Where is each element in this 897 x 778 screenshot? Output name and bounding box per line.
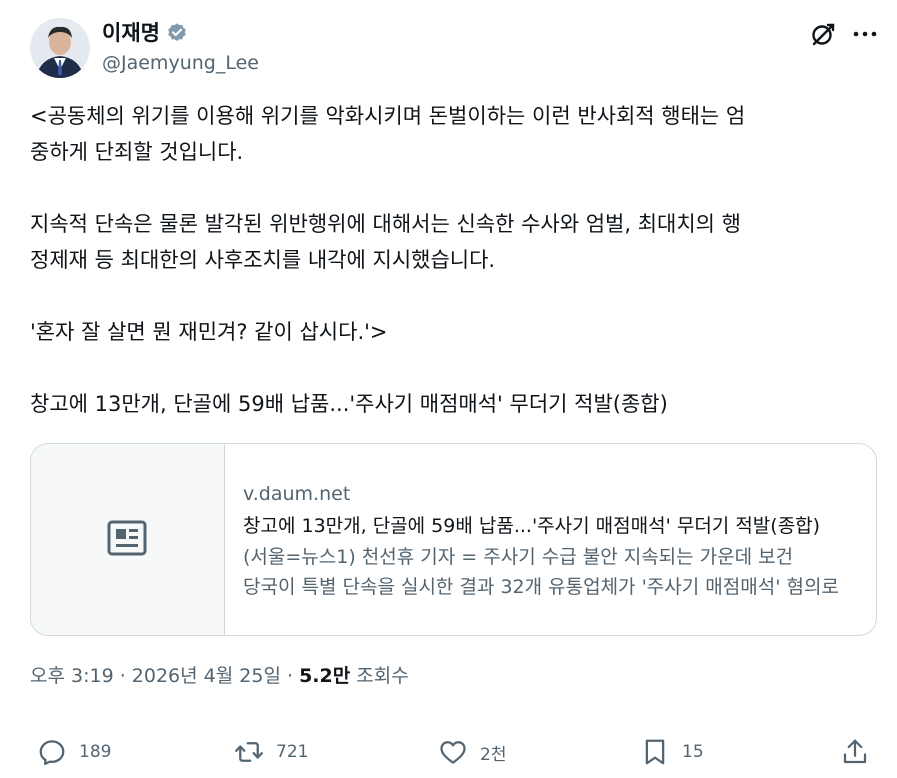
author-handle[interactable]: @Jaemyung_Lee bbox=[102, 50, 259, 76]
tweet-header: 이재명 @Jaemyung_Lee bbox=[30, 18, 880, 82]
tweet-line: '혼자 잘 살면 뭔 재민겨? 같이 삽시다.'> bbox=[30, 320, 388, 344]
views-count[interactable]: 5.2만 bbox=[299, 665, 350, 687]
display-name[interactable]: 이재명 bbox=[102, 20, 160, 46]
tweet-line: 지속적 단속은 물론 발각된 위반행위에 대해서는 신속한 수사와 엄벌, 최대… bbox=[30, 212, 741, 236]
bookmark-button[interactable]: 15 bbox=[640, 732, 704, 772]
tweet-line: 정제재 등 최대한의 사후조치를 내각에 지시했습니다. bbox=[30, 248, 496, 272]
card-description-line: 당국이 특별 단속을 실시한 결과 32개 유통업체가 '주사기 매점매석' 혐… bbox=[243, 576, 839, 598]
retweet-count: 721 bbox=[276, 742, 309, 762]
bookmark-count: 15 bbox=[682, 742, 704, 762]
reply-button[interactable]: 189 bbox=[37, 732, 111, 772]
grok-icon[interactable] bbox=[810, 21, 836, 47]
tweet-time[interactable]: 오후 3:19 bbox=[30, 665, 114, 687]
card-description: (서울=뉴스1) 천선휴 기자 = 주사기 수급 불안 지속되는 가운데 보건 … bbox=[243, 542, 863, 602]
tweet-meta: 오후 3:19 · 2026년 4월 25일 · 5.2만 조회수 bbox=[30, 662, 409, 690]
card-description-line: (서울=뉴스1) 천선휴 기자 = 주사기 수급 불안 지속되는 가운데 보건 bbox=[243, 546, 794, 568]
like-count: 2천 bbox=[480, 744, 507, 765]
card-title: 창고에 13만개, 단골에 59배 납품...'주사기 매점매석' 무더기 적발… bbox=[243, 515, 821, 537]
bookmark-icon bbox=[645, 739, 665, 765]
meta-separator: · bbox=[113, 665, 132, 687]
link-card[interactable]: v.daum.net 창고에 13만개, 단골에 59배 납품...'주사기 매… bbox=[30, 443, 877, 636]
card-domain: v.daum.net bbox=[243, 483, 351, 505]
tweet-date[interactable]: 2026년 4월 25일 bbox=[132, 665, 281, 687]
reply-icon bbox=[39, 740, 65, 765]
like-icon bbox=[440, 741, 466, 764]
tweet-line: 중하게 단죄할 것입니다. bbox=[30, 140, 244, 164]
card-body[interactable]: v.daum.net 창고에 13만개, 단골에 59배 납품...'주사기 매… bbox=[243, 480, 863, 602]
author-name-row[interactable]: 이재명 bbox=[102, 20, 259, 46]
share-button[interactable] bbox=[840, 732, 882, 772]
retweet-button[interactable]: 721 bbox=[234, 732, 308, 772]
author-block: 이재명 @Jaemyung_Lee bbox=[102, 20, 259, 76]
reply-count: 189 bbox=[79, 742, 112, 762]
action-bar: 189 721 2천 15 bbox=[0, 732, 897, 772]
share-icon bbox=[843, 739, 867, 764]
tweet-text: <공동체의 위기를 이용해 위기를 악화시키며 돈벌이하는 이런 반사회적 행태… bbox=[30, 98, 875, 422]
verified-badge-icon[interactable] bbox=[166, 22, 188, 44]
article-icon bbox=[107, 520, 147, 556]
more-icon[interactable] bbox=[850, 21, 880, 47]
tweet-line: <공동체의 위기를 이용해 위기를 악화시키며 돈벌이하는 이런 반사회적 행태… bbox=[30, 104, 746, 128]
meta-separator: · bbox=[280, 665, 300, 687]
like-button[interactable]: 2천 bbox=[438, 732, 506, 772]
tweet-line: 창고에 13만개, 단골에 59배 납품...'주사기 매점매석' 무더기 적발… bbox=[30, 392, 668, 416]
avatar[interactable] bbox=[30, 18, 90, 78]
views-label: 조회수 bbox=[350, 665, 409, 687]
card-thumbnail[interactable] bbox=[31, 444, 225, 635]
retweet-icon bbox=[235, 742, 263, 762]
